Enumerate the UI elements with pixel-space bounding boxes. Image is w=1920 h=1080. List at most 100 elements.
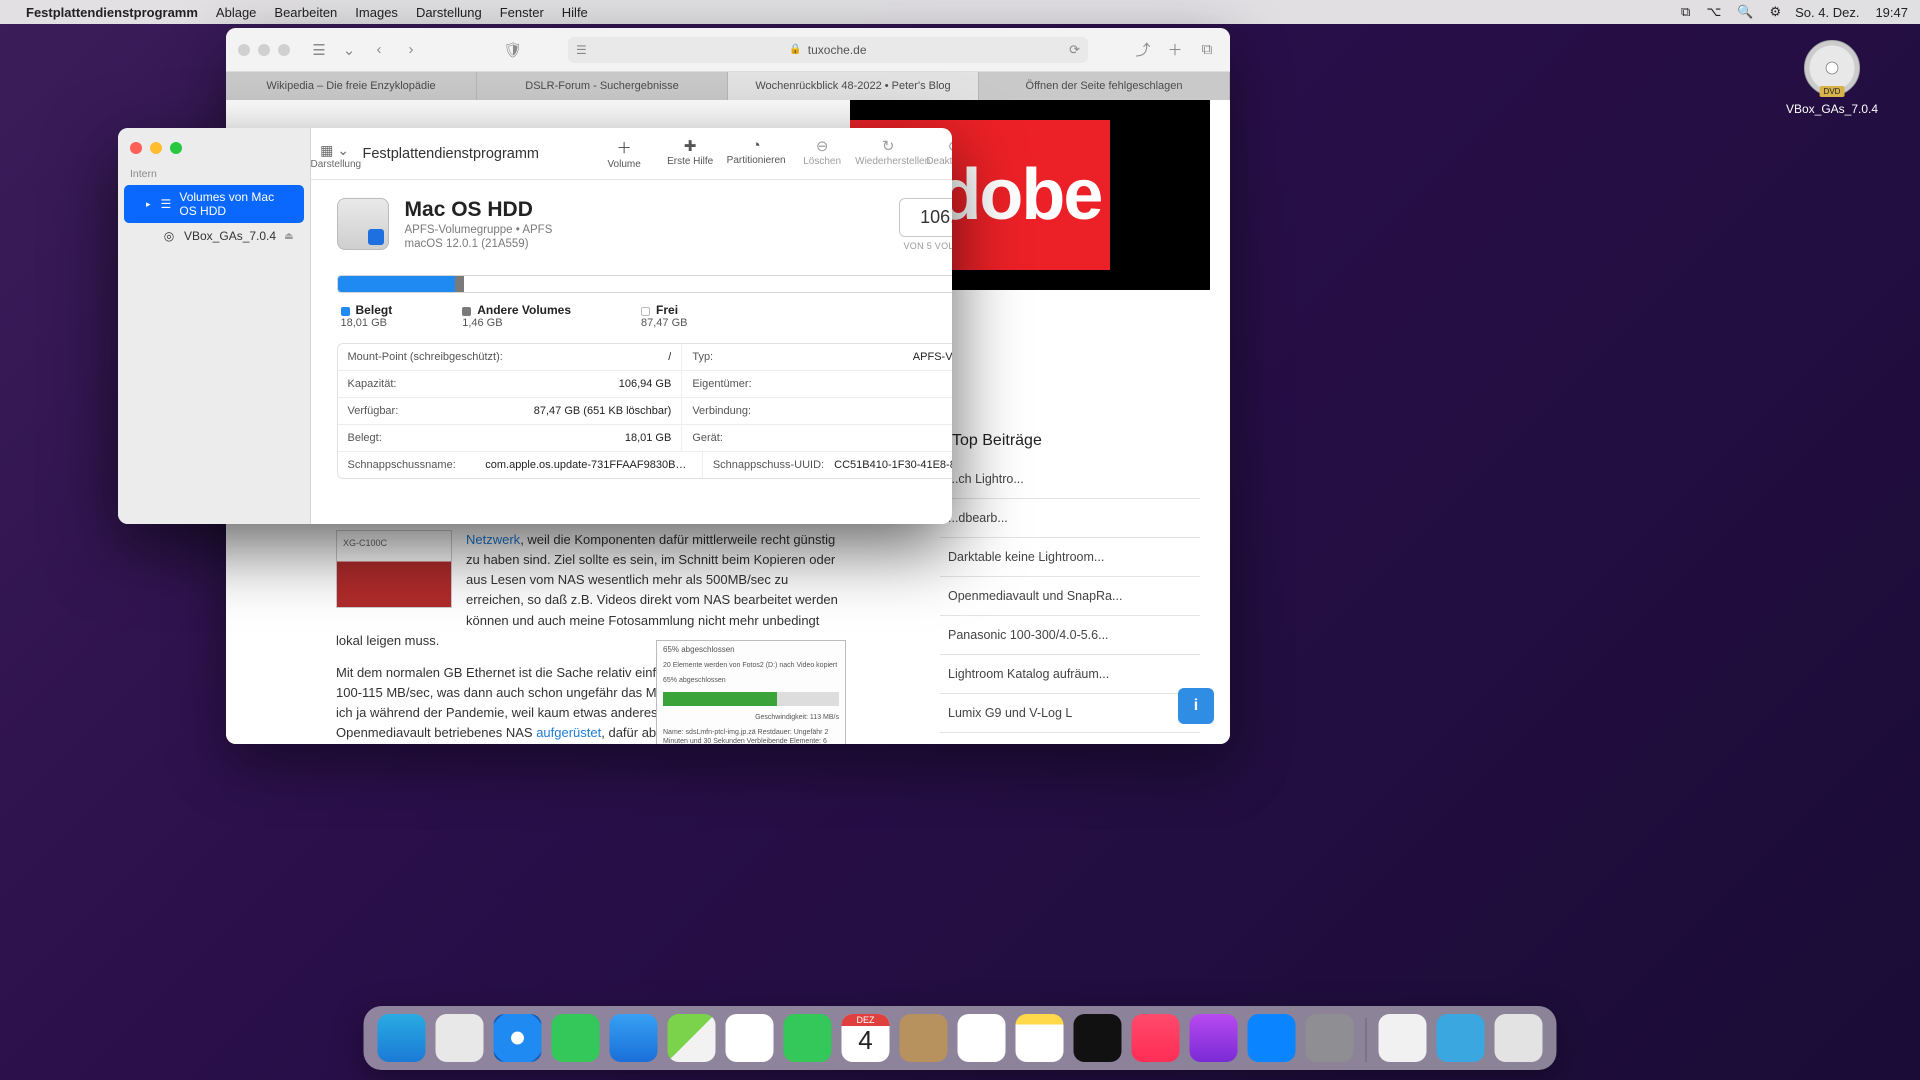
tabs-overview-icon[interactable]: ⧉ xyxy=(1196,39,1218,61)
sidebar-link[interactable]: Lumix G9 und V-Log L xyxy=(940,694,1200,733)
desktop-disc-label: VBox_GAs_7.0.4 xyxy=(1782,102,1882,116)
shield-icon[interactable]: 🛡︎ xyxy=(502,39,524,61)
detail-cell: Belegt:18,01 GB xyxy=(338,425,683,452)
sidebar-item-label: Volumes von Mac OS HDD xyxy=(179,190,293,218)
grid-icon: ▦ ⌄ xyxy=(311,142,359,159)
disc-small-icon: ◎ xyxy=(162,229,176,243)
menubar: Festplattendienstprogramm Ablage Bearbei… xyxy=(0,0,1920,24)
toolbar-partitionieren[interactable]: ◔Partitionieren xyxy=(723,133,789,174)
forward-icon[interactable]: › xyxy=(400,39,422,61)
share-icon[interactable]: ⤴︎ xyxy=(1132,39,1154,61)
input-source-icon[interactable]: ⌥ xyxy=(1706,4,1721,20)
menubar-time[interactable]: 19:47 xyxy=(1875,5,1908,20)
dock-safari[interactable] xyxy=(494,1014,542,1062)
sidebar-link[interactable]: Lightroom Katalog aufräum... xyxy=(940,655,1200,694)
toolbar-erste-hilfe[interactable]: ✚Erste Hilfe xyxy=(657,133,723,174)
dock-podcasts[interactable] xyxy=(1190,1014,1238,1062)
menubar-date[interactable]: So. 4. Dez. xyxy=(1795,5,1859,20)
dock-facetime[interactable] xyxy=(784,1014,832,1062)
view-mode-button[interactable]: ▦ ⌄ Darstellung xyxy=(311,138,359,170)
dock-music[interactable] xyxy=(1132,1014,1180,1062)
tab-group-chevron-icon[interactable]: ⌄ xyxy=(340,39,358,61)
du-toolbar: ▦ ⌄ Darstellung Festplattendienstprogram… xyxy=(311,128,952,180)
toolbar-icon: ✚ xyxy=(657,137,723,155)
sidebar-item-label: VBox_GAs_7.0.4 xyxy=(184,229,276,243)
detail-cell: Schnappschuss-UUID:CC51B410-1F30-41E8-89… xyxy=(703,452,952,478)
dock-calendar[interactable]: DEZ4 xyxy=(842,1014,890,1062)
sidebar-section: Intern xyxy=(118,168,310,184)
detail-cell: Verbindung:SATA xyxy=(682,398,952,425)
toolbar-icon: ↻ xyxy=(855,137,921,155)
sidebar-link[interactable]: Upscale AI und Remove Bac... xyxy=(940,733,1200,744)
tab-error[interactable]: Öffnen der Seite fehlgeschlagen xyxy=(979,72,1230,100)
menu-file[interactable]: Ablage xyxy=(216,5,256,20)
dock-finder[interactable] xyxy=(378,1014,426,1062)
volume-stack-icon: ☰ xyxy=(160,197,171,211)
back-icon[interactable]: ‹ xyxy=(368,39,390,61)
dock-settings[interactable] xyxy=(1306,1014,1354,1062)
dock-trash[interactable] xyxy=(1495,1014,1543,1062)
link-netzwerk[interactable]: Netzwerk xyxy=(466,532,520,547)
article-thumb xyxy=(336,530,452,608)
menu-view[interactable]: Darstellung xyxy=(416,5,482,20)
toolbar-volume[interactable]: ＋Volume xyxy=(591,133,657,174)
info-badge[interactable]: i xyxy=(1178,688,1214,724)
menu-window[interactable]: Fenster xyxy=(500,5,544,20)
menu-edit[interactable]: Bearbeiten xyxy=(274,5,337,20)
detail-cell: Eigentümer:Deaktiviert xyxy=(682,371,952,398)
dock-reminders[interactable] xyxy=(958,1014,1006,1062)
volume-subtitle: APFS-Volumegruppe • APFS xyxy=(405,224,553,236)
dock-launchpad[interactable] xyxy=(436,1014,484,1062)
legend-used-val: 18,01 GB xyxy=(341,317,387,329)
dock-downloads[interactable] xyxy=(1437,1014,1485,1062)
sidebar-item-vbox[interactable]: ◎ VBox_GAs_7.0.4 ⏏ xyxy=(124,224,304,248)
screen-mirroring-icon[interactable]: ⧉ xyxy=(1681,4,1690,20)
dock-contacts[interactable] xyxy=(900,1014,948,1062)
menu-app[interactable]: Festplattendienstprogramm xyxy=(26,5,198,20)
sidebar-link[interactable]: Openmediavault und SnapRa... xyxy=(940,577,1200,616)
tab-dslr[interactable]: DSLR-Forum - Suchergebnisse xyxy=(477,72,728,100)
sidebar-link[interactable]: Panasonic 100-300/4.0-5.6... xyxy=(940,616,1200,655)
dock-appstore[interactable] xyxy=(1248,1014,1296,1062)
dock-mail[interactable] xyxy=(610,1014,658,1062)
tab-wikipedia[interactable]: Wikipedia – Die freie Enzyklopädie xyxy=(226,72,477,100)
usage-legend: Belegt18,01 GB Andere Volumes1,46 GB Fre… xyxy=(311,303,952,343)
detail-cell: Schnappschussname:com.apple.os.update-73… xyxy=(338,452,703,478)
disc-icon xyxy=(1804,40,1860,96)
menu-images[interactable]: Images xyxy=(355,5,398,20)
prog-speed: Geschwindigkeit: 113 MB/s xyxy=(657,710,845,725)
dock-maps[interactable] xyxy=(668,1014,716,1062)
detail-cell: Kapazität:106,94 GB xyxy=(338,371,683,398)
safari-traffic-lights[interactable] xyxy=(238,44,290,56)
detail-cell: Gerät:disk1s5s1 xyxy=(682,425,952,452)
du-sidebar: Intern ▸ ☰ Volumes von Mac OS HDD ◎ VBox… xyxy=(118,128,311,524)
prog-meta: Name: sdsLmfn-ptcl-img.jp.zä Restdauer: … xyxy=(657,725,845,744)
dock-disk-utility[interactable] xyxy=(1379,1014,1427,1062)
dock-notes[interactable] xyxy=(1016,1014,1064,1062)
tab-blog[interactable]: Wochenrückblick 48-2022 • Peter's Blog xyxy=(728,72,979,100)
menu-help[interactable]: Hilfe xyxy=(562,5,588,20)
toolbar-deaktivieren: ⊘Deaktivieren xyxy=(921,133,952,174)
dock-messages[interactable] xyxy=(552,1014,600,1062)
sidebar-link[interactable]: ...dbearb... xyxy=(940,499,1200,538)
sidebar-toggle-icon[interactable]: ☰ xyxy=(308,39,330,61)
dock-tv[interactable] xyxy=(1074,1014,1122,1062)
sidebar-item-macoshdd[interactable]: ▸ ☰ Volumes von Mac OS HDD xyxy=(124,185,304,223)
eject-icon[interactable]: ⏏ xyxy=(284,231,293,242)
control-center-icon[interactable]: ⚙︎ xyxy=(1769,4,1781,20)
new-tab-icon[interactable]: ＋ xyxy=(1164,39,1186,61)
disclosure-icon[interactable]: ▸ xyxy=(146,199,152,210)
drive-icon xyxy=(337,198,389,250)
prog-line1: 20 Elemente werden von Fotos2 (D:) nach … xyxy=(657,658,845,673)
du-traffic-lights[interactable] xyxy=(118,138,310,168)
sidebar-link[interactable]: ...ch Lightro... xyxy=(940,460,1200,499)
sidebar-link[interactable]: Darktable keine Lightroom... xyxy=(940,538,1200,577)
reader-icon[interactable]: ☰ xyxy=(576,43,587,57)
reload-icon[interactable]: ⟳ xyxy=(1069,42,1080,58)
detail-cell: Mount-Point (schreibgeschützt):/ xyxy=(338,344,683,371)
link-aufgeruestet[interactable]: aufgerüstet xyxy=(536,725,601,740)
address-bar[interactable]: ☰ 🔒 tuxoche.de ⟳ xyxy=(568,37,1088,63)
spotlight-icon[interactable]: 🔍 xyxy=(1737,4,1753,20)
desktop-disc[interactable]: VBox_GAs_7.0.4 xyxy=(1782,40,1882,116)
dock-photos[interactable] xyxy=(726,1014,774,1062)
